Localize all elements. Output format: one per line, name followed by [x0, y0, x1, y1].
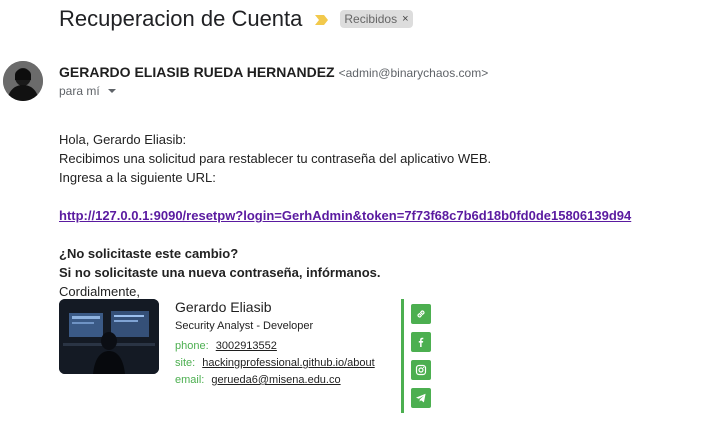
body-line-1: Recibimos una solicitud para restablecer…: [59, 151, 492, 166]
body-line-2: Ingresa a la siguiente URL:: [59, 170, 216, 185]
signature-phone-row: phone: 3002913552: [175, 340, 395, 352]
greeting-text: Hola, Gerardo Eliasib:: [59, 132, 187, 147]
important-marker-icon[interactable]: [314, 13, 330, 25]
email-label: email:: [175, 374, 205, 386]
subject-row: Recuperacion de Cuenta Recibidos ×: [59, 4, 413, 34]
email-body: Hola, Gerardo Eliasib: Recibimos una sol…: [59, 130, 631, 301]
site-label: site:: [175, 357, 196, 369]
reset-password-link[interactable]: http://127.0.0.1:9090/resetpw?login=Gerh…: [59, 208, 631, 223]
facebook-icon[interactable]: [411, 332, 431, 352]
signature-role: Security Analyst - Developer: [175, 320, 314, 332]
remove-label-button[interactable]: ×: [402, 13, 408, 25]
signature-email-row: email: gerueda6@misena.edu.co: [175, 374, 395, 386]
sender-avatar[interactable]: [3, 61, 43, 101]
telegram-icon[interactable]: [411, 388, 431, 408]
label-chip-text: Recibidos: [344, 12, 398, 26]
site-link[interactable]: hackingprofessional.github.io/about: [202, 357, 374, 369]
signature-name: Gerardo Eliasib: [175, 299, 272, 315]
email-link[interactable]: gerueda6@misena.edu.co: [211, 374, 340, 386]
notice-text: Si no solicitaste una nueva contraseña, …: [59, 265, 381, 280]
sender-name[interactable]: GERARDO ELIASIB RUEDA HERNANDEZ: [59, 64, 335, 80]
question-text: ¿No solicitaste este cambio?: [59, 246, 239, 261]
sender-row: GERARDO ELIASIB RUEDA HERNANDEZ <admin@b…: [59, 64, 488, 80]
instagram-icon[interactable]: [411, 360, 431, 380]
signature-photo: [59, 299, 159, 374]
social-icons: [411, 304, 431, 416]
label-chip-inbox: Recibidos ×: [340, 10, 413, 28]
signature-site-row: site: hackingprofessional.github.io/abou…: [175, 357, 395, 369]
phone-label: phone:: [175, 340, 209, 352]
email-subject: Recuperacion de Cuenta: [59, 6, 303, 31]
recipient-details-toggle[interactable]: para mí: [59, 84, 116, 98]
signature-divider: [401, 299, 404, 413]
phone-link[interactable]: 3002913552: [216, 340, 277, 352]
signature-info: Gerardo Eliasib Security Analyst - Devel…: [175, 299, 395, 386]
chevron-down-icon[interactable]: [107, 89, 116, 93]
recipient-text: para mí: [59, 84, 100, 98]
sender-email: <admin@binarychaos.com>: [338, 66, 489, 80]
link-icon[interactable]: [411, 304, 431, 324]
